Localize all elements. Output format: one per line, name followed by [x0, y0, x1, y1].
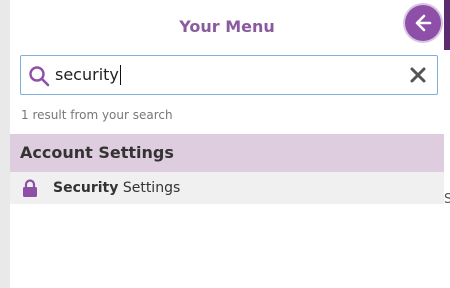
- search-input[interactable]: security: [20, 55, 438, 95]
- search-input-value[interactable]: security: [55, 65, 121, 85]
- result-item-security-settings[interactable]: Security Settings: [10, 172, 444, 204]
- menu-title: Your Menu: [179, 17, 275, 36]
- background-app-text: S: [444, 192, 450, 207]
- background-app-header-strip: [444, 0, 450, 50]
- text-caret: [119, 65, 121, 85]
- back-button[interactable]: [405, 5, 441, 41]
- result-item-label: Security Settings: [53, 179, 180, 197]
- menu-panel: Your Menu security 1 result from your se…: [10, 0, 444, 288]
- close-icon[interactable]: [409, 66, 427, 84]
- lock-icon: [23, 179, 37, 197]
- result-item-label-rest: Settings: [118, 180, 181, 196]
- section-header-account-settings: Account Settings: [10, 134, 444, 172]
- search-match-highlight: Security: [53, 180, 119, 196]
- arrow-left-icon: [415, 14, 432, 32]
- result-count: 1 result from your search: [21, 108, 173, 122]
- search-icon: [29, 66, 50, 87]
- background-app-left: [0, 0, 10, 288]
